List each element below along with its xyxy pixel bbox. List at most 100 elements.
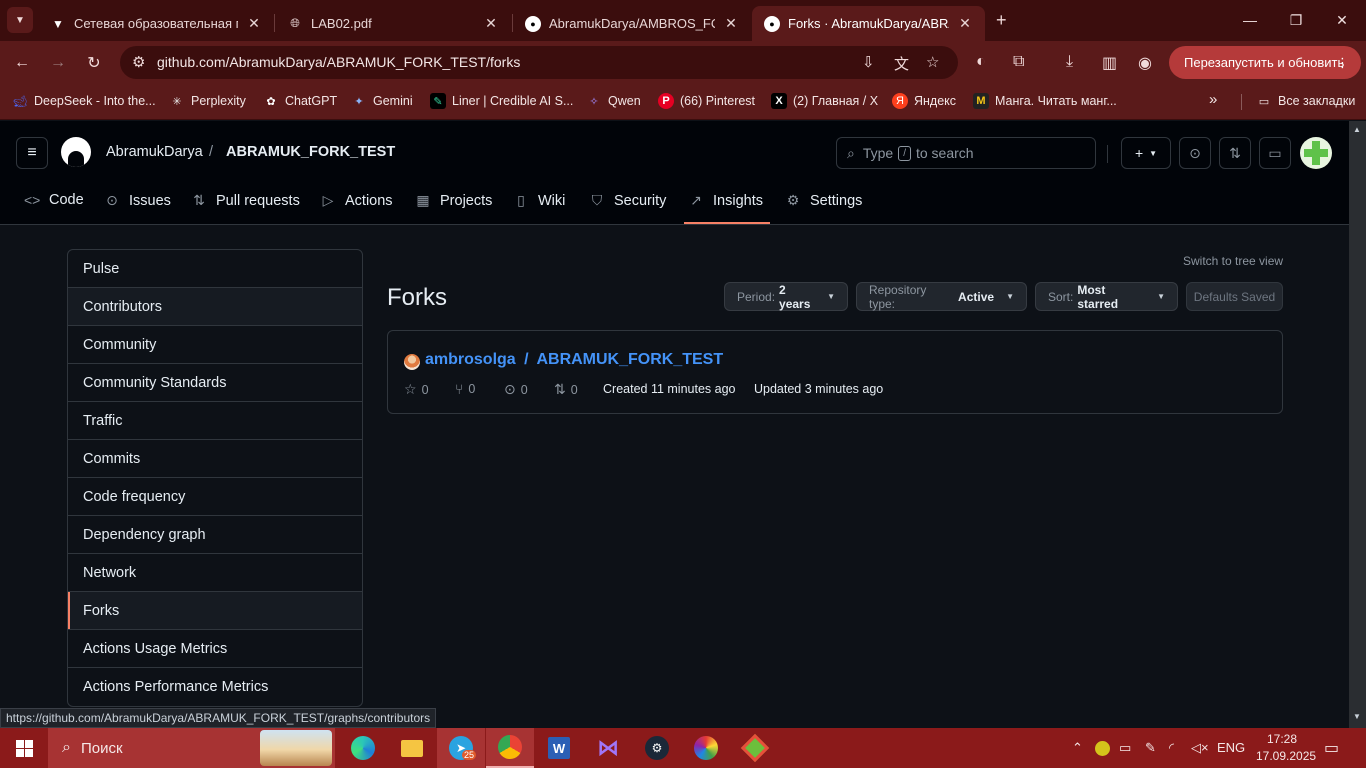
steam-taskbar-icon[interactable]: ⚙ bbox=[633, 728, 681, 768]
color-app-taskbar-icon[interactable] bbox=[682, 728, 730, 768]
bookmark-item[interactable]: ✿ ChatGPT bbox=[263, 93, 337, 109]
install-app-icon[interactable]: ⇩ bbox=[862, 53, 875, 71]
notifications-icon[interactable]: ▭ bbox=[1324, 738, 1339, 758]
browser-tab-active[interactable]: ● Forks · AbramukDarya/ABRAMU ✕ bbox=[752, 6, 985, 41]
sidebar-item-contributors[interactable]: Contributors bbox=[68, 288, 362, 326]
forward-button[interactable]: → bbox=[44, 49, 72, 77]
tab-security[interactable]: ⛉ Security bbox=[589, 192, 667, 209]
language-indicator[interactable]: ENG bbox=[1217, 740, 1245, 755]
file-explorer-taskbar-icon[interactable] bbox=[388, 728, 436, 768]
sort-filter-button[interactable]: Sort: Most starred ▼ bbox=[1035, 282, 1178, 311]
git-app-taskbar-icon[interactable] bbox=[731, 728, 779, 768]
bookmark-item[interactable]: M Манга. Читать манг... bbox=[973, 93, 1117, 109]
pull-requests-icon[interactable]: ⇅ bbox=[1219, 137, 1251, 169]
tab-insights[interactable]: ↗ Insights bbox=[688, 192, 763, 209]
battery-icon[interactable]: ▭ bbox=[1119, 740, 1131, 756]
visual-studio-taskbar-icon[interactable]: ⋈ bbox=[584, 728, 632, 768]
extensions-icon[interactable]: ⧉ bbox=[1013, 53, 1024, 71]
sidebar-item-community[interactable]: Community bbox=[68, 326, 362, 364]
avatar[interactable] bbox=[1300, 137, 1332, 169]
chrome-taskbar-icon[interactable] bbox=[486, 728, 534, 768]
create-new-button[interactable]: + ▼ bbox=[1121, 137, 1171, 169]
tab-projects[interactable]: ▦ Projects bbox=[415, 192, 492, 209]
start-button[interactable] bbox=[0, 728, 48, 768]
close-icon[interactable]: ✕ bbox=[483, 15, 499, 32]
reload-button[interactable]: ↻ bbox=[80, 49, 108, 77]
scroll-up-arrow[interactable]: ▲ bbox=[1353, 125, 1361, 134]
forks-count[interactable]: ⑂ 0 bbox=[455, 381, 475, 397]
close-icon[interactable]: ✕ bbox=[246, 15, 262, 32]
close-icon[interactable]: ✕ bbox=[723, 15, 739, 32]
bookmark-item[interactable]: ✧ Qwen bbox=[586, 93, 640, 109]
search-input[interactable]: ⌕ Type / to search bbox=[836, 137, 1096, 169]
sidebar-item-traffic[interactable]: Traffic bbox=[68, 402, 362, 440]
telegram-taskbar-icon[interactable]: ➤ 25 bbox=[437, 728, 485, 768]
tab-settings[interactable]: ⚙ Settings bbox=[785, 192, 863, 209]
avatar[interactable] bbox=[404, 354, 420, 370]
sidebar-item-forks[interactable]: Forks bbox=[68, 592, 362, 630]
bookmark-item[interactable]: X (2) Главная / X bbox=[771, 93, 878, 109]
bookmark-item[interactable]: ✎ Liner | Credible AI S... bbox=[430, 93, 573, 109]
restore-button[interactable]: ❐ bbox=[1273, 8, 1319, 32]
sidebar-item-community-standards[interactable]: Community Standards bbox=[68, 364, 362, 402]
tab-actions[interactable]: ▷ Actions bbox=[320, 192, 393, 209]
sidebar-item-actions-usage-metrics[interactable]: Actions Usage Metrics bbox=[68, 630, 362, 668]
repository-type-filter-button[interactable]: Repository type: Active ▼ bbox=[856, 282, 1027, 311]
tab-code[interactable]: <> Code bbox=[24, 192, 84, 208]
sidebar-item-dependency-graph[interactable]: Dependency graph bbox=[68, 516, 362, 554]
defaults-saved-button[interactable]: Defaults Saved bbox=[1186, 282, 1283, 311]
word-taskbar-icon[interactable]: W bbox=[535, 728, 583, 768]
issues-icon[interactable]: ⊙ bbox=[1179, 137, 1211, 169]
switch-to-tree-view-link[interactable]: Switch to tree view bbox=[1183, 254, 1283, 268]
browser-tab[interactable]: ● AbramukDarya/AMBROS_FORK ✕ bbox=[513, 6, 751, 41]
new-tab-button[interactable]: + bbox=[996, 10, 1007, 31]
bookmark-item[interactable]: ✦ Gemini bbox=[351, 93, 412, 109]
pull-requests-count[interactable]: ⇅ 0 bbox=[554, 381, 578, 398]
tray-app-icon[interactable] bbox=[1095, 741, 1110, 756]
side-panel-icon[interactable]: ▥ bbox=[1102, 53, 1117, 73]
relaunch-update-button[interactable]: Перезапустить и обновить ⋮ bbox=[1169, 46, 1361, 79]
tab-search-dropdown[interactable]: ▼ bbox=[7, 7, 33, 33]
tab-issues[interactable]: ⊙ Issues bbox=[104, 192, 171, 209]
address-url[interactable]: github.com/AbramukDarya/ABRAMUK_FORK_TES… bbox=[157, 54, 520, 70]
breadcrumb-repo[interactable]: ABRAMUK_FORK_TEST bbox=[226, 144, 395, 160]
bookmark-item[interactable]: ✳ Perplexity bbox=[169, 93, 246, 109]
bookmark-item[interactable]: P (66) Pinterest bbox=[658, 93, 755, 109]
all-bookmarks-button[interactable]: ▭ Все закладки bbox=[1256, 93, 1356, 109]
inbox-icon[interactable]: ▭ bbox=[1259, 137, 1291, 169]
taskbar-search-input[interactable]: ⌕ Поиск bbox=[48, 728, 335, 768]
sidebar-item-commits[interactable]: Commits bbox=[68, 440, 362, 478]
scroll-down-arrow[interactable]: ▼ bbox=[1353, 712, 1361, 721]
download-icon[interactable]: ⤓ bbox=[1066, 53, 1073, 71]
github-logo-icon[interactable] bbox=[61, 137, 91, 167]
star-icon[interactable]: ☆ bbox=[926, 53, 939, 71]
address-bar[interactable]: ⚙ github.com/AbramukDarya/ABRAMUK_FORK_T… bbox=[120, 46, 958, 79]
translate-icon[interactable]: 文 bbox=[894, 53, 909, 74]
minimize-button[interactable]: — bbox=[1227, 8, 1273, 32]
issues-count[interactable]: ⊙ 0 bbox=[504, 381, 528, 398]
bookmarks-overflow-icon[interactable]: » bbox=[1209, 91, 1217, 108]
hamburger-menu-button[interactable]: ≡ bbox=[16, 137, 48, 169]
close-window-button[interactable]: ✕ bbox=[1319, 8, 1365, 32]
site-info-icon[interactable]: ⚙ bbox=[132, 53, 145, 71]
volume-icon[interactable]: ◁× bbox=[1191, 740, 1209, 756]
bookmark-item[interactable]: 🐋︎ DeepSeek - Into the... bbox=[12, 93, 156, 109]
extension-avatar-icon[interactable]: ◐ bbox=[976, 53, 986, 71]
bookmark-item[interactable]: Я Яндекс bbox=[892, 93, 956, 109]
tray-overflow-icon[interactable]: ⌃ bbox=[1072, 740, 1083, 756]
period-filter-button[interactable]: Period: 2 years ▼ bbox=[724, 282, 848, 311]
fork-name-link[interactable]: ambrosolga / ABRAMUK_FORK_TEST bbox=[425, 351, 723, 369]
clock-date[interactable]: 17.09.2025 bbox=[1256, 749, 1316, 763]
clock-time[interactable]: 17:28 bbox=[1267, 732, 1297, 746]
wifi-icon[interactable]: ◜ bbox=[1169, 740, 1174, 756]
browser-tab[interactable]: 🌐︎ LAB02.pdf ✕ bbox=[275, 6, 511, 41]
browser-tab[interactable]: ▼ Сетевая образовательная пла ✕ bbox=[38, 6, 274, 41]
sidebar-item-code-frequency[interactable]: Code frequency bbox=[68, 478, 362, 516]
sidebar-item-actions-performance-metrics[interactable]: Actions Performance Metrics bbox=[68, 668, 362, 706]
page-scrollbar[interactable]: ▲ ▼ bbox=[1349, 121, 1366, 728]
back-button[interactable]: ← bbox=[8, 49, 36, 77]
pen-workspace-icon[interactable]: ✎ bbox=[1145, 740, 1156, 756]
tab-wiki[interactable]: ▯ Wiki bbox=[513, 192, 565, 209]
tab-pull-requests[interactable]: ⇅ Pull requests bbox=[191, 192, 300, 209]
edge-taskbar-icon[interactable] bbox=[339, 728, 387, 768]
